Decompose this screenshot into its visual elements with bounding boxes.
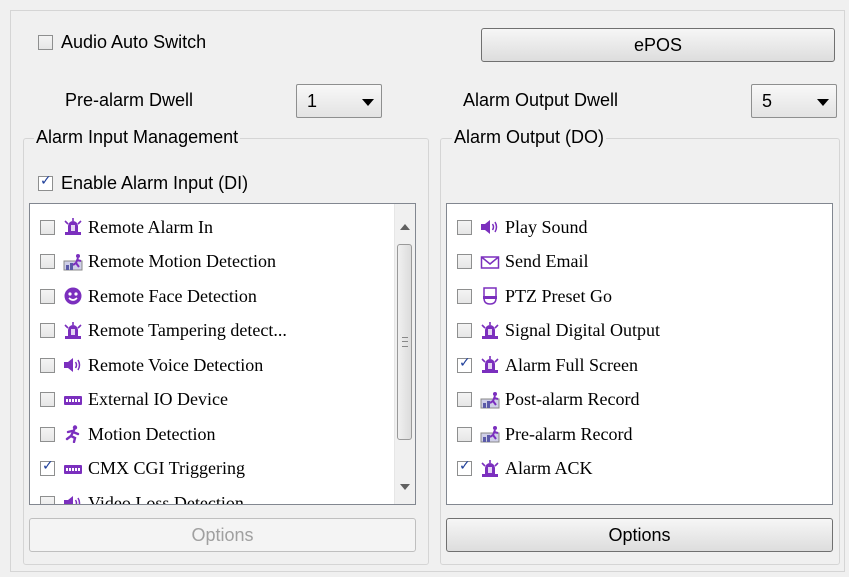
alarm-input-item[interactable]: Remote Voice Detection <box>40 348 263 382</box>
scroll-up-arrow-icon[interactable] <box>400 224 410 230</box>
alarm-input-item[interactable]: Video Loss Detection <box>40 486 244 505</box>
alarm-output-item-checkbox[interactable] <box>457 288 472 304</box>
alarm-input-item-checkbox[interactable] <box>40 219 55 235</box>
alarm-input-item-label: External IO Device <box>88 389 228 409</box>
alarm-output-item-label: Post-alarm Record <box>505 389 640 409</box>
alarm-output-options-button[interactable]: Options <box>446 518 833 552</box>
alarm-input-item-label: Remote Face Detection <box>88 285 257 306</box>
alarm-output-item-label: Signal Digital Output <box>505 320 660 340</box>
alarm-output-item[interactable]: Play Sound <box>457 210 588 244</box>
alarm-output-item[interactable]: Alarm ACK <box>457 452 593 486</box>
alarm-output-dwell-value: 5 <box>762 91 773 111</box>
alarm-input-item[interactable]: CMX CGI Triggering <box>40 452 245 486</box>
motion-chart-icon <box>480 391 500 409</box>
alarm-input-item-label: Remote Tampering detect... <box>88 320 287 340</box>
scrollbar[interactable] <box>394 204 415 504</box>
alarm-input-item[interactable]: Remote Tampering detect... <box>40 314 287 348</box>
pre-alarm-dwell-value: 1 <box>307 91 318 111</box>
alarm-input-item[interactable]: Motion Detection <box>40 417 215 451</box>
speaker-icon <box>480 218 500 236</box>
alarm-output-item-checkbox[interactable] <box>457 254 472 269</box>
alarm-output-item[interactable]: Alarm Full Screen <box>457 348 638 382</box>
alarm-input-item[interactable]: Remote Motion Detection <box>40 245 276 279</box>
alarm-input-item-checkbox[interactable] <box>40 426 55 442</box>
alarm-output-item-checkbox[interactable] <box>457 392 472 407</box>
speaker-icon <box>63 356 83 374</box>
audio-auto-switch-label: Audio Auto Switch <box>61 32 207 52</box>
chevron-down-icon <box>362 99 374 106</box>
alarm-output-item-label: Play Sound <box>505 216 588 237</box>
enable-alarm-input[interactable]: Enable Alarm Input (DI) <box>38 173 248 194</box>
ptz-camera-icon <box>480 287 500 305</box>
alarm-output-item-label: Pre-alarm Record <box>505 423 633 444</box>
alarm-siren-icon <box>63 218 83 236</box>
chevron-down-icon <box>817 99 829 106</box>
alarm-output-dwell-label: Alarm Output Dwell <box>463 90 619 110</box>
alarm-output-item[interactable]: Pre-alarm Record <box>457 417 632 451</box>
alarm-input-item-checkbox[interactable] <box>40 288 55 304</box>
alarm-input-item-label: CMX CGI Triggering <box>88 458 246 478</box>
speaker-icon <box>63 494 83 504</box>
alarm-output-item-checkbox[interactable] <box>457 355 472 373</box>
enable-alarm-input-label: Enable Alarm Input (DI) <box>61 173 249 193</box>
alarm-input-item-checkbox[interactable] <box>40 323 55 338</box>
pre-alarm-dwell-label: Pre-alarm Dwell <box>65 90 194 110</box>
alarm-output-item-checkbox[interactable] <box>457 219 472 235</box>
alarm-input-item-label: Remote Voice Detection <box>88 354 264 375</box>
alarm-input-item[interactable]: Remote Alarm In <box>40 210 213 244</box>
alarm-output-item-checkbox[interactable] <box>457 458 472 476</box>
alarm-siren-icon <box>63 321 83 340</box>
alarm-input-list[interactable]: Video Loss Detection CMX CGI Triggering Mo… <box>29 203 416 505</box>
audio-auto-switch[interactable]: Audio Auto Switch <box>38 32 206 53</box>
enable-alarm-input-checkbox[interactable] <box>38 173 53 191</box>
alarm-input-management-title: Alarm Input Management <box>34 127 241 148</box>
scroll-down-arrow-icon[interactable] <box>400 484 410 490</box>
scrollbar-thumb[interactable] <box>397 244 412 440</box>
envelope-icon <box>480 253 500 271</box>
alarm-output-item-label: Alarm Full Screen <box>505 354 638 375</box>
alarm-input-item-label: Video Loss Detection <box>88 492 244 505</box>
alarm-siren-icon <box>480 459 500 478</box>
pre-alarm-dwell-select[interactable]: 1 <box>296 84 382 118</box>
alarm-output-list[interactable]: Alarm ACK Pre-alarm Record Post-alarm Reco… <box>446 203 833 505</box>
face-icon <box>63 287 83 305</box>
epos-button[interactable]: ePOS <box>481 28 835 62</box>
alarm-output-item[interactable]: Signal Digital Output <box>457 314 660 348</box>
alarm-output-item-label: Send Email <box>505 251 589 271</box>
io-device-icon <box>63 391 83 409</box>
alarm-output-item[interactable]: Post-alarm Record <box>457 383 639 417</box>
alarm-output-item-label: PTZ Preset Go <box>505 285 612 306</box>
motion-chart-icon <box>480 425 500 443</box>
running-man-icon <box>63 425 83 444</box>
alarm-output-dwell-select[interactable]: 5 <box>751 84 837 118</box>
alarm-siren-icon <box>480 321 500 340</box>
alarm-input-item-checkbox[interactable] <box>40 392 55 407</box>
alarm-siren-icon <box>480 356 500 374</box>
alarm-input-item-checkbox[interactable] <box>40 458 55 476</box>
alarm-output-item-label: Alarm ACK <box>505 458 593 478</box>
audio-auto-switch-checkbox[interactable] <box>38 35 53 50</box>
motion-chart-icon <box>63 253 83 271</box>
alarm-output-title: Alarm Output (DO) <box>452 127 607 148</box>
alarm-input-item-checkbox[interactable] <box>40 254 55 269</box>
alarm-input-item-label: Remote Alarm In <box>88 216 213 237</box>
alarm-output-item-checkbox[interactable] <box>457 426 472 442</box>
alarm-input-item-label: Remote Motion Detection <box>88 251 276 271</box>
alarm-output-item[interactable]: PTZ Preset Go <box>457 279 612 313</box>
alarm-output-item[interactable]: Send Email <box>457 245 589 279</box>
alarm-input-item[interactable]: External IO Device <box>40 383 228 417</box>
alarm-output-item-checkbox[interactable] <box>457 323 472 338</box>
alarm-input-item[interactable]: Remote Face Detection <box>40 279 257 313</box>
io-device-icon <box>63 460 83 478</box>
alarm-input-item-checkbox[interactable] <box>40 357 55 373</box>
alarm-input-item-label: Motion Detection <box>88 423 216 444</box>
alarm-input-item-checkbox[interactable] <box>40 495 55 504</box>
alarm-input-options-button[interactable]: Options <box>29 518 416 552</box>
